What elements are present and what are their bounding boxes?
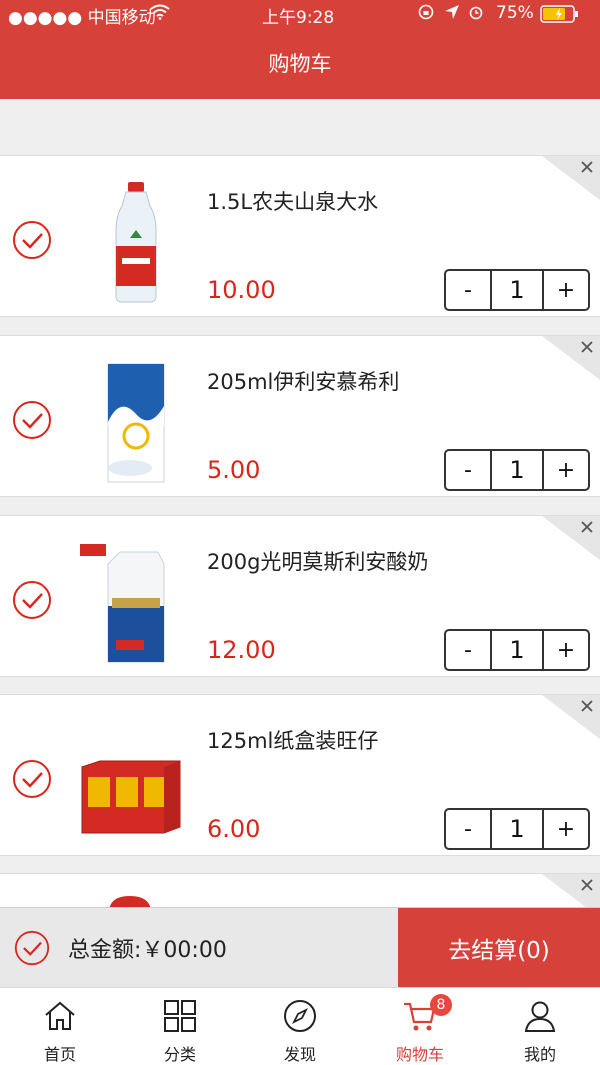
product-name: 200g光明莫斯利安酸奶 [207,550,429,574]
tab-category[interactable]: 分类 [120,988,240,1065]
increase-button[interactable]: + [544,631,588,669]
quantity-stepper: - 1 + [444,808,590,850]
cart-item: 1.5L农夫山泉大水 10.00 - 1 + [0,155,600,317]
quantity-value[interactable]: 1 [490,451,544,489]
status-bar: ●●●●● 中国移动 上午9:28 75% [0,0,600,28]
check-circle-icon[interactable] [12,400,52,440]
total-section: 总金额:￥00:00 [0,908,398,988]
total-amount: 总金额:￥00:00 [68,938,227,963]
tab-discover[interactable]: 发现 [240,988,360,1065]
tab-label: 发现 [283,1045,316,1064]
decrease-button[interactable]: - [446,451,490,489]
quantity-stepper: - 1 + [444,449,590,491]
product-price: 12.00 [207,636,276,664]
quantity-stepper: - 1 + [444,629,590,671]
grid-icon [164,1000,196,1032]
product-price: 5.00 [207,456,261,484]
battery-percent: 75% [496,3,534,23]
user-icon [524,1001,556,1032]
quantity-value[interactable]: 1 [490,631,544,669]
check-circle-icon[interactable] [12,580,52,620]
tab-home[interactable]: 首页 [0,988,120,1065]
compass-icon [284,1000,316,1032]
clock-label: 上午9:28 [262,8,335,28]
tab-label: 我的 [523,1045,556,1064]
tab-bar: 首页 分类 发现 8 购物车 我的 [0,987,600,1065]
nav-bar: 购物车 [0,26,600,99]
wifi-icon [150,4,170,25]
product-image-water-bottle [115,182,157,303]
product-name: 1.5L农夫山泉大水 [207,190,379,214]
carrier-label: ●●●●● 中国移动 [8,8,156,28]
product-price: 6.00 [207,815,261,843]
delete-item-icon[interactable] [542,336,600,380]
cart-item: 125ml纸盒装旺仔 6.00 - 1 + [0,694,600,856]
delete-item-icon[interactable] [542,695,600,739]
select-all-check-icon[interactable] [14,930,50,966]
product-image-milk-carton [80,544,165,663]
cart-item: 205ml伊利安慕希利 5.00 - 1 + [0,335,600,497]
increase-button[interactable]: + [544,271,588,309]
check-circle-icon[interactable] [12,220,52,260]
delete-item-icon[interactable] [542,516,600,560]
decrease-button[interactable]: - [446,631,490,669]
product-name: 205ml伊利安慕希利 [207,370,400,394]
alarm-icon [468,4,484,25]
increase-button[interactable]: + [544,810,588,848]
location-icon [444,4,460,25]
page-title: 购物车 [268,51,332,76]
checkout-button[interactable]: 去结算(0) [398,908,600,988]
quantity-value[interactable]: 1 [490,271,544,309]
tab-label: 首页 [43,1045,76,1064]
rotation-lock-icon [418,4,434,25]
tab-label: 购物车 [395,1045,444,1064]
spacer [0,99,600,155]
tab-cart[interactable]: 8 购物车 [360,988,480,1065]
product-name: 125ml纸盒装旺仔 [207,729,379,753]
decrease-button[interactable]: - [446,271,490,309]
decrease-button[interactable]: - [446,810,490,848]
home-icon [45,1001,75,1030]
cart-item: 200g光明莫斯利安酸奶 12.00 - 1 + [0,515,600,677]
check-circle-icon[interactable] [12,759,52,799]
product-image-yogurt-box [107,363,165,483]
tab-mine[interactable]: 我的 [480,988,600,1065]
quantity-stepper: - 1 + [444,269,590,311]
delete-item-icon[interactable] [542,156,600,200]
checkout-bar: 总金额:￥00:00 去结算(0) [0,907,600,988]
tab-label: 分类 [163,1045,196,1064]
cart-badge: 8 [430,994,452,1016]
quantity-value[interactable]: 1 [490,810,544,848]
product-price: 10.00 [207,276,276,304]
product-image-juice-boxes [81,760,181,834]
increase-button[interactable]: + [544,451,588,489]
battery-icon [540,5,580,28]
